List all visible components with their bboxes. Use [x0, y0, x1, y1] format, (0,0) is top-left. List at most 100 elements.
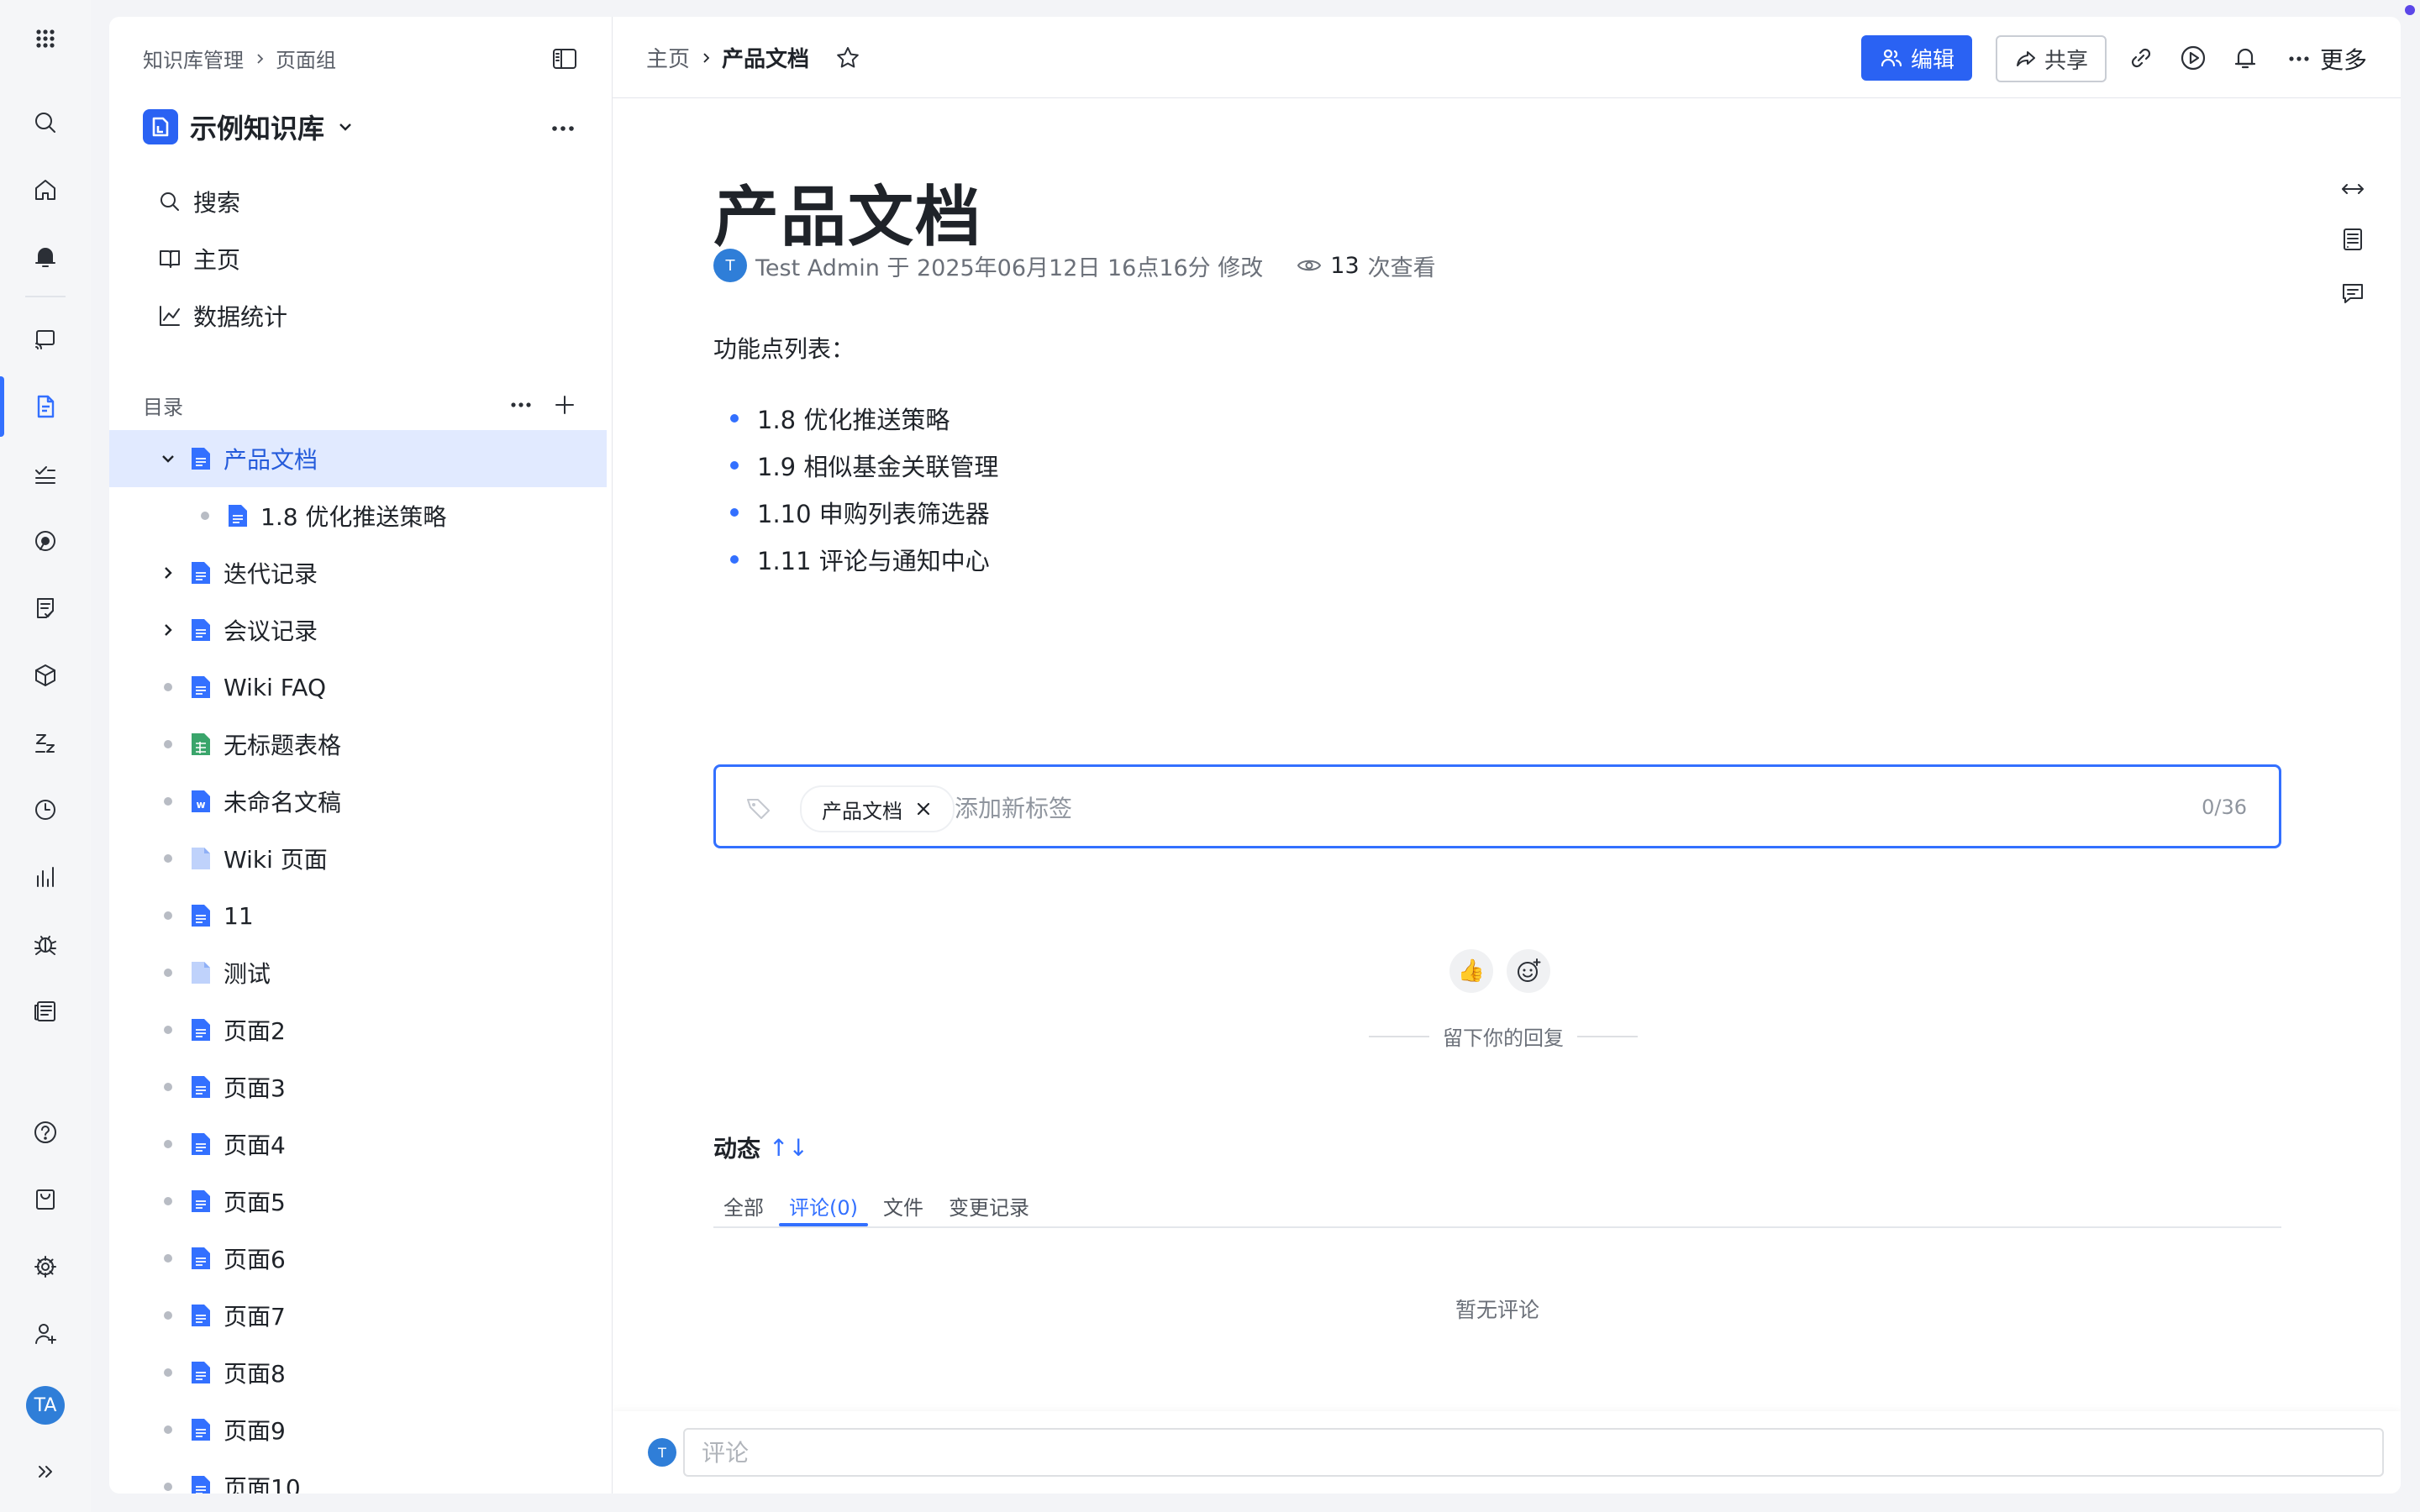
- user-avatar[interactable]: TA: [26, 1386, 65, 1425]
- help-icon[interactable]: [20, 1107, 71, 1158]
- kb-more-icon[interactable]: [546, 116, 580, 141]
- clock-icon[interactable]: [20, 785, 71, 835]
- search-icon[interactable]: [20, 97, 71, 148]
- author-avatar[interactable]: T: [713, 249, 747, 282]
- doc-icon: [190, 1360, 212, 1385]
- news-icon[interactable]: [20, 986, 71, 1037]
- tab-comments[interactable]: 评论(0): [779, 1186, 868, 1226]
- docs-icon[interactable]: [20, 381, 71, 432]
- toc-item[interactable]: 页面10: [109, 1458, 607, 1494]
- comment-avatar: T: [648, 1438, 676, 1467]
- toc-item[interactable]: 页面7: [109, 1287, 607, 1344]
- close-icon[interactable]: [914, 800, 933, 818]
- form-icon[interactable]: [20, 583, 71, 633]
- doc-icon: [190, 675, 212, 700]
- toc-item[interactable]: 11: [109, 887, 607, 944]
- link-icon[interactable]: [2125, 42, 2157, 74]
- nav-home[interactable]: 主页: [156, 239, 240, 279]
- share-button[interactable]: 共享: [1996, 35, 2107, 82]
- analytics-icon[interactable]: [20, 852, 71, 902]
- top-bar: 主页 产品文档 编辑 共享 更多: [613, 17, 2401, 98]
- toc-item[interactable]: 页面9: [109, 1401, 607, 1458]
- star-icon[interactable]: [834, 45, 861, 71]
- toc-item-label: 测试: [224, 960, 271, 988]
- status-dot: [2405, 5, 2415, 15]
- expand-rail-icon[interactable]: [20, 1446, 71, 1497]
- toc-item[interactable]: 测试: [109, 944, 607, 1001]
- tab-changelog[interactable]: 变更记录: [939, 1186, 1039, 1225]
- tab-all[interactable]: 全部: [713, 1186, 774, 1225]
- breadcrumb-kb-manage[interactable]: 知识库管理: [143, 44, 244, 73]
- view-count-number: 13: [1330, 252, 1360, 279]
- chevron-right-icon[interactable]: [158, 563, 178, 583]
- bug-icon[interactable]: [20, 919, 71, 969]
- toc-item[interactable]: 1.8 优化推送策略: [109, 487, 607, 544]
- doc-icon: [190, 1246, 212, 1271]
- kb-switcher[interactable]: 示例知识库: [143, 108, 355, 146]
- gear-icon[interactable]: [20, 1242, 71, 1292]
- toc-item-label: 无标题表格: [224, 732, 342, 759]
- toc-item-label: 1.8 优化推送策略: [260, 503, 447, 531]
- tag-icon: [747, 799, 770, 819]
- toc-item[interactable]: 页面8: [109, 1344, 607, 1401]
- nav-analytics[interactable]: 数据统计: [156, 296, 287, 336]
- sort-icon[interactable]: ↑↓: [769, 1134, 808, 1162]
- edit-button[interactable]: 编辑: [1861, 35, 1972, 81]
- expand-width-icon[interactable]: [2338, 175, 2367, 203]
- cast-icon[interactable]: [20, 314, 71, 365]
- toc-item[interactable]: 页面4: [109, 1116, 607, 1173]
- home-icon[interactable]: [20, 165, 71, 215]
- doc-icon: [190, 1474, 212, 1494]
- toc-item[interactable]: Wiki FAQ: [109, 659, 607, 716]
- chevron-down-icon[interactable]: [158, 449, 178, 469]
- bell-icon[interactable]: [2229, 42, 2261, 74]
- toc-item[interactable]: Wiki 页面: [109, 830, 607, 887]
- knowledge-base-nav: 知识库管理 页面组 示例知识库 搜索 主页 数据统计 目录 产品文档 1.8 优化…: [109, 17, 613, 1494]
- more-button[interactable]: 更多: [2286, 42, 2367, 76]
- breadcrumb-home[interactable]: 主页: [646, 42, 690, 73]
- doc-icon: [190, 1074, 212, 1100]
- sidebar-toggle-icon[interactable]: [550, 44, 580, 74]
- toc-item-label: 页面10: [224, 1474, 301, 1494]
- tasks-icon[interactable]: [20, 449, 71, 499]
- toc-item[interactable]: 产品文档: [109, 430, 607, 487]
- sleep-icon[interactable]: [20, 717, 71, 768]
- comments-panel-icon[interactable]: [2338, 279, 2367, 307]
- toc-item[interactable]: 页面6: [109, 1230, 607, 1287]
- toc-item[interactable]: 页面5: [109, 1173, 607, 1230]
- toc-item-label: 迭代记录: [224, 560, 318, 588]
- inbox-icon[interactable]: [20, 1174, 71, 1225]
- kb-logo-icon: [143, 109, 178, 144]
- target-icon[interactable]: [20, 516, 71, 566]
- tree-dot-icon: [158, 1420, 178, 1440]
- comment-input[interactable]: [683, 1428, 2384, 1477]
- breadcrumb-current: 产品文档: [722, 47, 810, 72]
- new-tag-input[interactable]: [953, 785, 2049, 831]
- plus-icon[interactable]: [550, 390, 580, 420]
- like-reaction-button[interactable]: 👍: [1449, 949, 1493, 993]
- add-user-icon[interactable]: [20, 1309, 71, 1359]
- outline-icon[interactable]: [2338, 225, 2367, 254]
- toc-item[interactable]: 会议记录: [109, 601, 607, 659]
- toc-header: 目录: [143, 386, 580, 423]
- bell-icon[interactable]: [20, 232, 71, 282]
- book-icon: [160, 249, 180, 268]
- present-icon[interactable]: [2177, 42, 2209, 74]
- toc-item[interactable]: 页面2: [109, 1001, 607, 1058]
- toc-item[interactable]: w 未命名文稿: [109, 773, 607, 830]
- doc-meta: T Test Admin 于 2025年06月12日 16点16分 修改 13 …: [713, 249, 1436, 282]
- toc-item[interactable]: 页面3: [109, 1058, 607, 1116]
- chevron-down-icon: [339, 123, 351, 131]
- list-item: 1.9 相似基金关联管理: [727, 442, 998, 489]
- tag-editor[interactable]: 产品文档 0/36: [713, 764, 2281, 848]
- toc-item[interactable]: 无标题表格: [109, 716, 607, 773]
- chevron-right-icon[interactable]: [158, 620, 178, 640]
- nav-search[interactable]: 搜索: [156, 181, 240, 222]
- package-icon[interactable]: [20, 650, 71, 701]
- apps-grid-icon[interactable]: [20, 13, 71, 64]
- toc-item[interactable]: 迭代记录: [109, 544, 607, 601]
- add-reaction-button[interactable]: [1507, 949, 1550, 993]
- breadcrumb-page-group[interactable]: 页面组: [276, 44, 336, 73]
- tab-files[interactable]: 文件: [873, 1186, 934, 1225]
- toc-more-icon[interactable]: [506, 390, 536, 420]
